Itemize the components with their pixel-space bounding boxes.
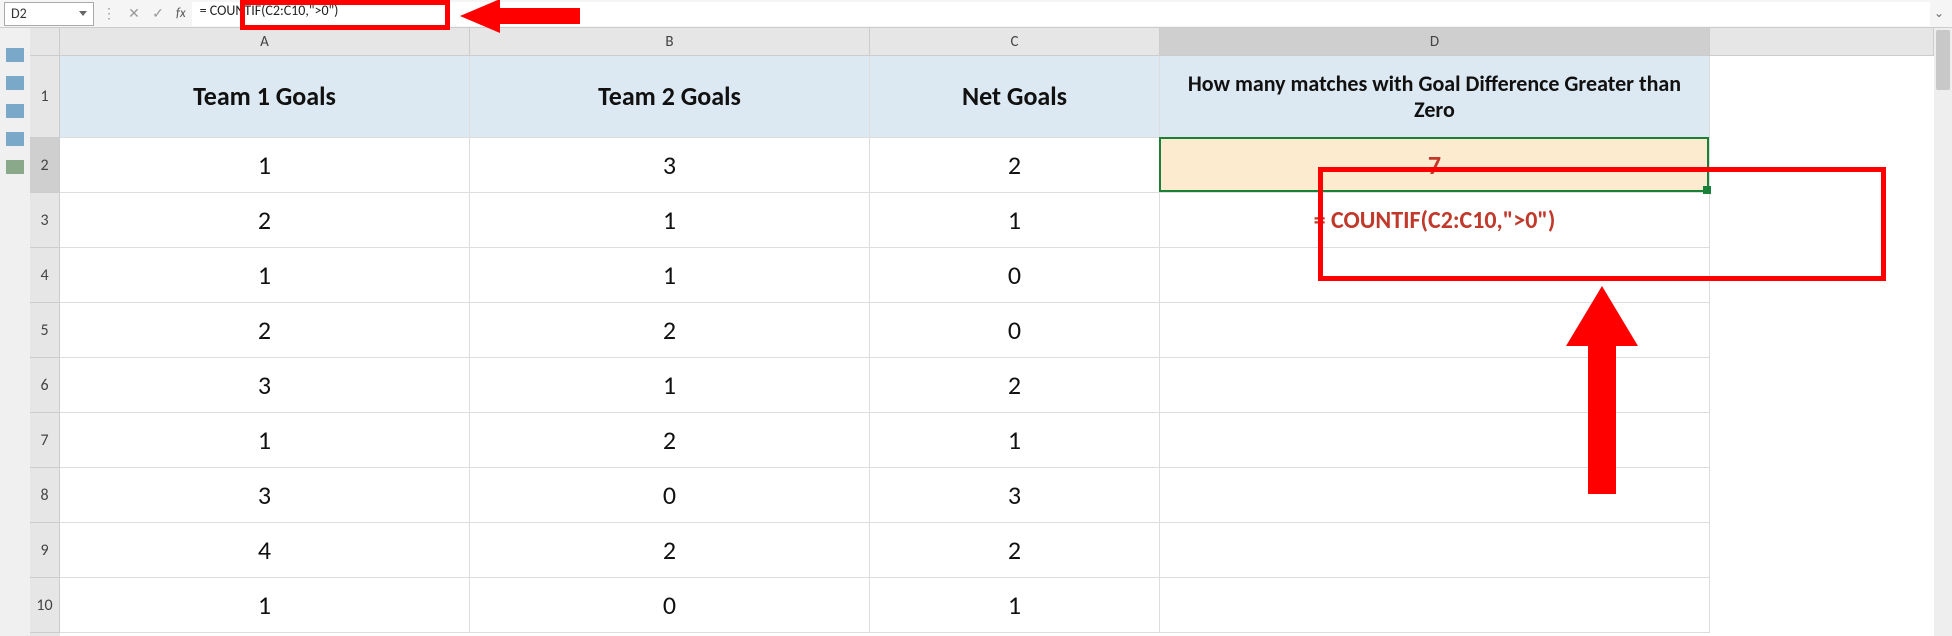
cell[interactable] bbox=[1160, 468, 1710, 523]
cell[interactable] bbox=[1160, 248, 1710, 303]
cell[interactable]: 2 bbox=[470, 303, 870, 358]
column-header[interactable]: B bbox=[470, 28, 870, 56]
cell[interactable]: 0 bbox=[870, 248, 1160, 303]
spreadsheet-grid: ABCD 12345678910 Team 1 GoalsTeam 2 Goal… bbox=[30, 28, 1934, 636]
row-header[interactable]: 1 bbox=[30, 56, 60, 138]
cell[interactable] bbox=[1160, 413, 1710, 468]
row-header[interactable]: 8 bbox=[30, 468, 60, 523]
cell[interactable]: 2 bbox=[60, 303, 470, 358]
cell[interactable] bbox=[1160, 358, 1710, 413]
header-cell[interactable]: How many matches with Goal Difference Gr… bbox=[1160, 56, 1710, 138]
cell[interactable]: 1 bbox=[470, 193, 870, 248]
cell[interactable]: 1 bbox=[870, 193, 1160, 248]
cell[interactable]: 1 bbox=[870, 413, 1160, 468]
cell[interactable]: 2 bbox=[870, 358, 1160, 413]
select-all-corner[interactable] bbox=[30, 28, 60, 56]
enter-formula-icon[interactable]: ✓ bbox=[148, 4, 168, 24]
row-header[interactable]: 2 bbox=[30, 138, 60, 193]
cell[interactable]: 1 bbox=[60, 248, 470, 303]
column-header[interactable]: D bbox=[1160, 28, 1710, 56]
rail-icon[interactable] bbox=[6, 76, 24, 90]
name-box-value: D2 bbox=[11, 5, 27, 22]
formula-input[interactable]: = COUNTIF(C2:C10,">0") bbox=[192, 2, 1930, 26]
cell[interactable]: 1 bbox=[470, 358, 870, 413]
column-header[interactable]: C bbox=[870, 28, 1160, 56]
row-header[interactable]: 5 bbox=[30, 303, 60, 358]
name-box[interactable]: D2 bbox=[4, 2, 94, 26]
fx-label[interactable]: fx bbox=[176, 6, 186, 21]
row-header[interactable]: 7 bbox=[30, 413, 60, 468]
scrollbar-thumb[interactable] bbox=[1936, 30, 1950, 90]
row-header[interactable]: 6 bbox=[30, 358, 60, 413]
header-cell[interactable]: Team 2 Goals bbox=[470, 56, 870, 138]
cell[interactable]: 2 bbox=[870, 523, 1160, 578]
formula-bar: D2 ⋮ ✕ ✓ fx = COUNTIF(C2:C10,">0") ⌄ bbox=[0, 0, 1952, 28]
cell[interactable] bbox=[1160, 578, 1710, 633]
cells-area[interactable]: Team 1 GoalsTeam 2 GoalsNet GoalsHow man… bbox=[60, 56, 1934, 636]
result-cell[interactable]: 7 bbox=[1160, 138, 1710, 193]
cancel-formula-icon[interactable]: ✕ bbox=[124, 4, 144, 24]
row-header[interactable]: 9 bbox=[30, 523, 60, 578]
cell[interactable]: 1 bbox=[60, 138, 470, 193]
cell[interactable]: 0 bbox=[470, 468, 870, 523]
cell[interactable]: 1 bbox=[870, 578, 1160, 633]
expand-formula-bar-icon[interactable]: ⌄ bbox=[1930, 6, 1948, 21]
vertical-scrollbar[interactable] bbox=[1934, 28, 1952, 636]
formula-display-cell[interactable]: = COUNTIF(C2:C10,">0") bbox=[1160, 193, 1710, 248]
row-header[interactable]: 4 bbox=[30, 248, 60, 303]
cell[interactable]: 3 bbox=[60, 468, 470, 523]
left-quick-access-rail bbox=[0, 28, 30, 636]
rail-icon[interactable] bbox=[6, 48, 24, 62]
column-headers: ABCD bbox=[60, 28, 1934, 56]
column-header[interactable]: A bbox=[60, 28, 470, 56]
header-cell[interactable]: Net Goals bbox=[870, 56, 1160, 138]
cell[interactable] bbox=[1160, 303, 1710, 358]
cell[interactable]: 1 bbox=[470, 248, 870, 303]
cell[interactable]: 3 bbox=[870, 468, 1160, 523]
cell[interactable]: 4 bbox=[60, 523, 470, 578]
chevron-down-icon[interactable] bbox=[79, 11, 87, 16]
row-header[interactable]: 3 bbox=[30, 193, 60, 248]
cell[interactable]: 2 bbox=[60, 193, 470, 248]
row-headers: 12345678910 bbox=[30, 56, 60, 636]
cell[interactable]: 1 bbox=[60, 413, 470, 468]
cell[interactable] bbox=[1160, 523, 1710, 578]
cell[interactable]: 2 bbox=[470, 523, 870, 578]
cell[interactable]: 2 bbox=[870, 138, 1160, 193]
row-header[interactable]: 10 bbox=[30, 578, 60, 633]
rail-icon[interactable] bbox=[6, 160, 24, 174]
rail-icon[interactable] bbox=[6, 104, 24, 118]
cell[interactable]: 0 bbox=[470, 578, 870, 633]
cell[interactable]: 0 bbox=[870, 303, 1160, 358]
cell[interactable]: 3 bbox=[60, 358, 470, 413]
separator: ⋮ bbox=[102, 5, 116, 22]
header-cell[interactable]: Team 1 Goals bbox=[60, 56, 470, 138]
cell[interactable]: 2 bbox=[470, 413, 870, 468]
rail-icon[interactable] bbox=[6, 132, 24, 146]
cell[interactable]: 1 bbox=[60, 578, 470, 633]
cell[interactable]: 3 bbox=[470, 138, 870, 193]
column-header-empty[interactable] bbox=[1710, 28, 1934, 56]
